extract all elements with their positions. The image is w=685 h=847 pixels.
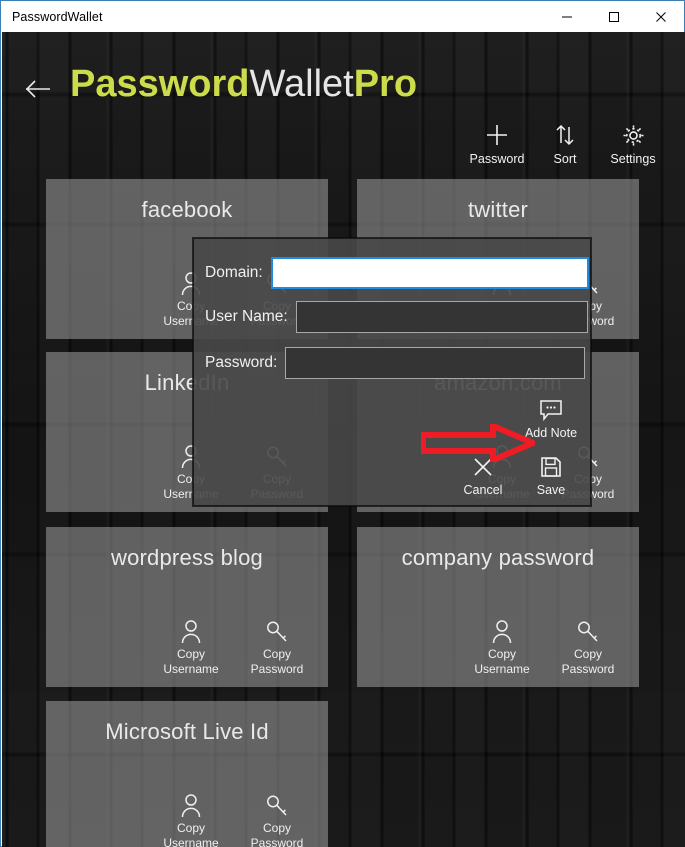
close-x-icon: [472, 454, 494, 480]
sort-arrows-icon: [553, 122, 577, 148]
tile-actions: CopyUsername CopyPassword: [160, 791, 308, 847]
username-label: User Name:: [205, 308, 288, 325]
tile-company-password[interactable]: company password Copy Username Copy Pass…: [357, 527, 639, 687]
domain-field-row: Domain:: [194, 257, 590, 289]
maximize-button[interactable]: [590, 1, 637, 32]
key-icon: [576, 617, 600, 645]
cancel-label: Cancel: [463, 483, 503, 497]
save-button[interactable]: Save: [520, 454, 582, 497]
app-header: PasswordWalletPro: [2, 32, 685, 114]
save-label: Save: [536, 483, 566, 497]
copy-password-button[interactable]: CopyPassword: [246, 617, 308, 677]
password-input[interactable]: [285, 347, 586, 379]
window-titlebar: PasswordWallet: [1, 1, 684, 32]
person-icon: [179, 617, 203, 645]
floppy-disk-icon: [540, 454, 562, 480]
tile-title: wordpress blog: [111, 545, 263, 570]
application-window: PasswordWallet PasswordWalletPro Passwor…: [0, 0, 685, 847]
speech-bubble-icon: [539, 397, 563, 423]
minimize-button[interactable]: [543, 1, 590, 32]
title-part-password: Password: [70, 63, 250, 105]
tile-title: company password: [401, 545, 595, 570]
title-part-wallet: Wallet: [249, 63, 354, 105]
cancel-button[interactable]: Cancel: [452, 454, 514, 497]
plus-icon: [485, 122, 509, 148]
window-controls: [543, 1, 684, 32]
tile-title: twitter: [467, 197, 529, 222]
add-note-button[interactable]: Add Note: [520, 397, 582, 440]
copy-password-label: CopyPassword: [250, 647, 304, 676]
password-label: Password:: [205, 354, 278, 371]
copy-username-button[interactable]: CopyUsername: [160, 617, 222, 677]
tile-title: Microsoft Live Id: [105, 719, 269, 744]
gear-icon: [621, 122, 646, 148]
back-arrow-icon: [25, 80, 50, 98]
key-icon: [265, 791, 289, 819]
domain-label: Domain:: [205, 264, 263, 281]
tile-actions: CopyUsername CopyPassword: [160, 617, 308, 677]
copy-password-label: CopyPassword: [250, 821, 304, 847]
copy-username-button[interactable]: CopyUsername: [471, 617, 533, 677]
copy-password-button[interactable]: CopyPassword: [557, 617, 619, 677]
dialog-footer-actions: Cancel Save: [452, 454, 582, 497]
title-part-pro: Pro: [353, 63, 418, 105]
copy-username-label: CopyUsername: [474, 647, 530, 676]
tile-wordpress-blog[interactable]: wordpress blog Copy Username Copy Passwo…: [46, 527, 328, 687]
domain-input[interactable]: [270, 257, 589, 289]
person-icon: [179, 791, 203, 819]
page-title: PasswordWalletPro: [70, 62, 417, 106]
key-icon: [265, 617, 289, 645]
minimize-icon: [561, 16, 572, 17]
tile-actions: CopyUsername CopyPassword: [471, 617, 619, 677]
tile-title: facebook: [141, 197, 233, 222]
copy-password-label: CopyPassword: [561, 647, 615, 676]
add-note-label: Add Note: [524, 426, 578, 440]
copy-username-label: CopyUsername: [163, 647, 219, 676]
window-title: PasswordWallet: [12, 9, 103, 24]
username-input[interactable]: [295, 301, 588, 333]
password-field-row: Password:: [194, 347, 590, 379]
person-icon: [490, 617, 514, 645]
back-button[interactable]: [24, 77, 54, 101]
copy-password-button[interactable]: CopyPassword: [246, 791, 308, 847]
close-button[interactable]: [637, 1, 684, 32]
copy-username-button[interactable]: CopyUsername: [160, 791, 222, 847]
tile-microsoft-live-id[interactable]: Microsoft Live Id Copy Username Copy Pas…: [46, 701, 328, 847]
copy-username-label: CopyUsername: [163, 821, 219, 847]
close-icon: [655, 11, 666, 22]
maximize-icon: [608, 11, 619, 22]
add-password-dialog: Domain: User Name: Password: Add Note Ca…: [193, 238, 591, 506]
app-content: PasswordWalletPro Password Sort Settings…: [2, 32, 685, 847]
username-field-row: User Name:: [194, 301, 590, 333]
